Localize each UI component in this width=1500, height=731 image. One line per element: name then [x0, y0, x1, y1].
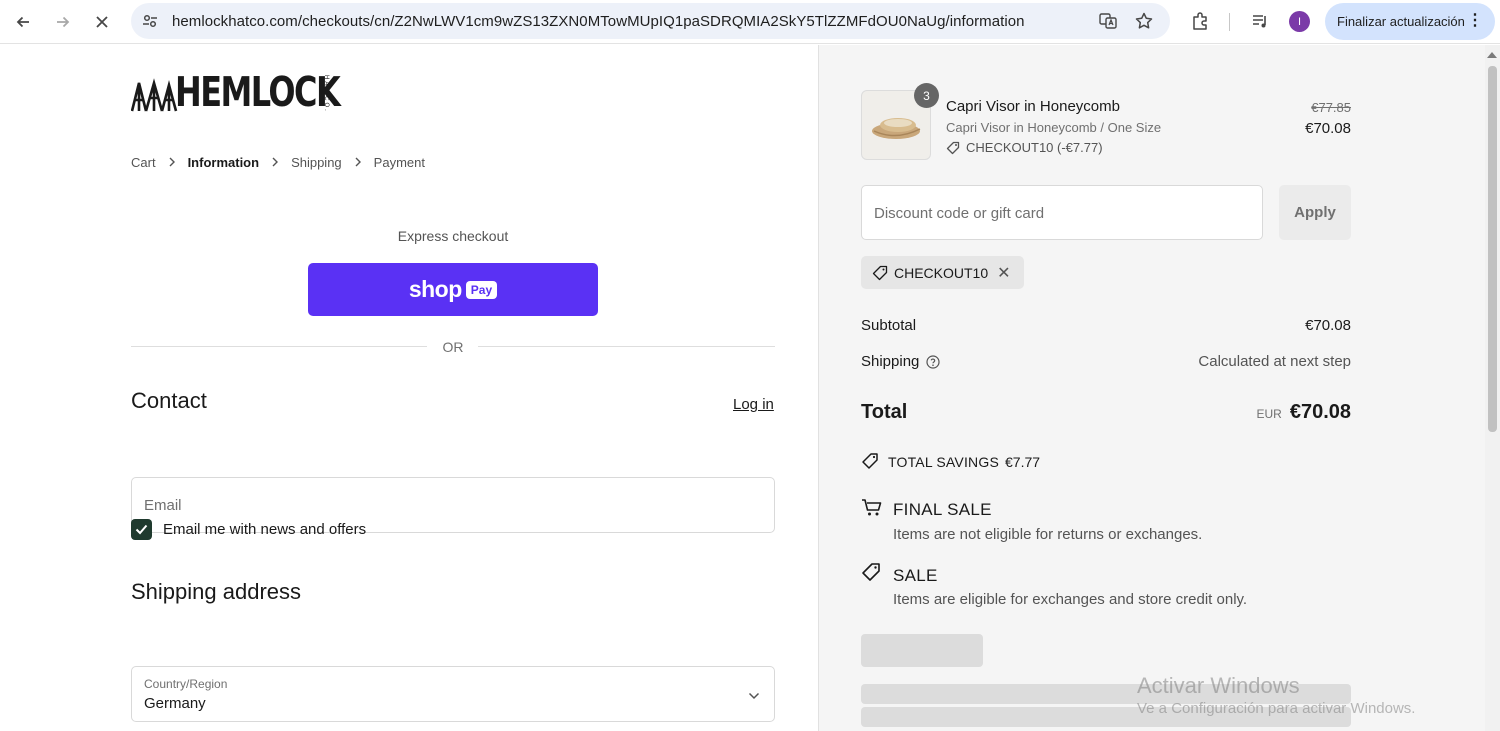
total-label: Total: [861, 401, 908, 423]
scrollbar-thumb[interactable]: [1488, 66, 1497, 432]
toolbar-divider: [1229, 13, 1230, 31]
bookmark-star-icon[interactable]: [1134, 11, 1154, 31]
subtotal-value: €70.08: [1305, 317, 1351, 334]
quantity-badge: 3: [914, 83, 939, 108]
final-sale-title: FINAL SALE: [893, 500, 992, 519]
country-value: Germany: [144, 695, 206, 712]
shipping-row-label: Shipping: [861, 353, 940, 370]
pine-trees-icon: [131, 78, 178, 112]
newsletter-option[interactable]: Email me with news and offers: [131, 519, 366, 540]
address-bar[interactable]: hemlockhatco.com/checkouts/cn/Z2NwLWV1cm…: [131, 3, 1170, 39]
applied-discount-code: CHECKOUT10: [894, 264, 989, 281]
checkmark-icon: [135, 524, 148, 535]
extensions-icon[interactable]: [1189, 10, 1211, 32]
stop-loading-icon[interactable]: [90, 10, 114, 34]
sale-title: SALE: [893, 566, 938, 585]
breadcrumb-payment: Payment: [373, 155, 425, 170]
discount-placeholder: Discount code or gift card: [874, 205, 1045, 222]
breadcrumb-shipping: Shipping: [291, 155, 342, 170]
express-checkout-label: Express checkout: [397, 228, 509, 244]
chevron-right-icon: [168, 156, 176, 170]
url-text[interactable]: hemlockhatco.com/checkouts/cn/Z2NwLWV1cm…: [172, 13, 1024, 30]
newsletter-label: Email me with news and offers: [163, 521, 367, 538]
total-savings-label: TOTAL SAVINGS: [888, 453, 999, 470]
contact-heading: Contact: [131, 388, 207, 413]
finish-update-button[interactable]: Finalizar actualización ⋮: [1325, 3, 1495, 40]
product-discount-text: CHECKOUT10 (-€7.77): [966, 140, 1103, 155]
original-price: €77.85: [1311, 100, 1351, 115]
total-savings: TOTAL SAVINGS €7.77: [861, 452, 1040, 471]
checkout-main: [0, 45, 818, 731]
subtotal-label: Subtotal: [861, 317, 917, 334]
shop-pay-wordmark: shop: [408, 276, 462, 302]
cart-icon: [861, 498, 883, 523]
shop-pay-badge: Pay: [465, 280, 498, 299]
newsletter-checkbox[interactable]: [131, 519, 152, 540]
final-sale-text: Items are not eligible for returns or ex…: [893, 526, 1203, 543]
forward-icon[interactable]: [51, 10, 75, 34]
help-icon[interactable]: [926, 354, 940, 369]
loading-skeleton: [861, 634, 983, 667]
total-value: €70.08: [1289, 401, 1351, 423]
remove-discount-icon[interactable]: ✕: [997, 263, 1010, 283]
scroll-up-arrow-icon[interactable]: [1487, 52, 1497, 58]
browser-menu-icon[interactable]: ⋮: [1467, 12, 1483, 30]
apply-discount-button[interactable]: Apply: [1279, 185, 1351, 240]
savings-tag-icon: [862, 453, 878, 469]
discount-code-input[interactable]: Discount code or gift card: [861, 185, 1263, 240]
or-text: OR: [442, 339, 464, 355]
site-info-icon[interactable]: [140, 11, 160, 31]
finish-update-label: Finalizar actualización: [1337, 14, 1465, 29]
or-divider: OR: [131, 337, 775, 357]
applied-discount-chip: CHECKOUT10 ✕: [861, 256, 1024, 289]
tag-icon: [872, 265, 888, 280]
total-amount: EUR €70.08: [1256, 401, 1351, 424]
logo-wordmark: HEMLOCK: [175, 68, 341, 116]
country-label: Country/Region: [144, 677, 228, 691]
product-discount: CHECKOUT10 (-€7.77): [946, 140, 1103, 155]
shipping-label: Shipping: [861, 353, 920, 370]
back-icon[interactable]: [11, 10, 35, 34]
shipping-address-heading: Shipping address: [131, 579, 302, 604]
login-link[interactable]: Log in: [733, 396, 774, 413]
shop-pay-button[interactable]: shop Pay: [308, 263, 598, 316]
chevron-right-icon: [271, 156, 279, 170]
browser-toolbar: hemlockhatco.com/checkouts/cn/Z2NwLWV1cm…: [0, 0, 1500, 44]
email-placeholder: Email: [144, 497, 182, 514]
country-select[interactable]: Country/Region Germany: [131, 666, 775, 722]
chevron-down-icon: [748, 687, 760, 705]
profile-avatar[interactable]: I: [1289, 11, 1310, 32]
product-name: Capri Visor in Honeycomb: [946, 98, 1120, 115]
translate-icon[interactable]: [1098, 11, 1118, 31]
sale-text: Items are eligible for exchanges and sto…: [893, 591, 1248, 608]
shipping-value: Calculated at next step: [1198, 353, 1351, 370]
product-variant: Capri Visor in Honeycomb / One Size: [946, 120, 1162, 135]
currency-code: EUR: [1256, 407, 1282, 421]
store-logo[interactable]: HEMLOCK HAT CO.: [131, 70, 386, 114]
windows-activation-text: Ve a Configuración para activar Windows.: [1137, 700, 1416, 717]
breadcrumb-cart[interactable]: Cart: [131, 155, 156, 170]
tag-icon: [946, 141, 960, 154]
media-controls-icon[interactable]: [1249, 10, 1271, 32]
sale-tag-icon: [861, 562, 882, 588]
windows-activation-title: Activar Windows: [1137, 673, 1300, 698]
breadcrumb: Cart Information Shipping Payment: [131, 155, 425, 170]
logo-subtext: HAT CO.: [323, 75, 329, 113]
product-price: €70.08: [1305, 120, 1351, 137]
breadcrumb-information: Information: [187, 155, 260, 170]
total-savings-value: €7.77: [1005, 453, 1041, 470]
chevron-right-icon: [354, 156, 362, 170]
